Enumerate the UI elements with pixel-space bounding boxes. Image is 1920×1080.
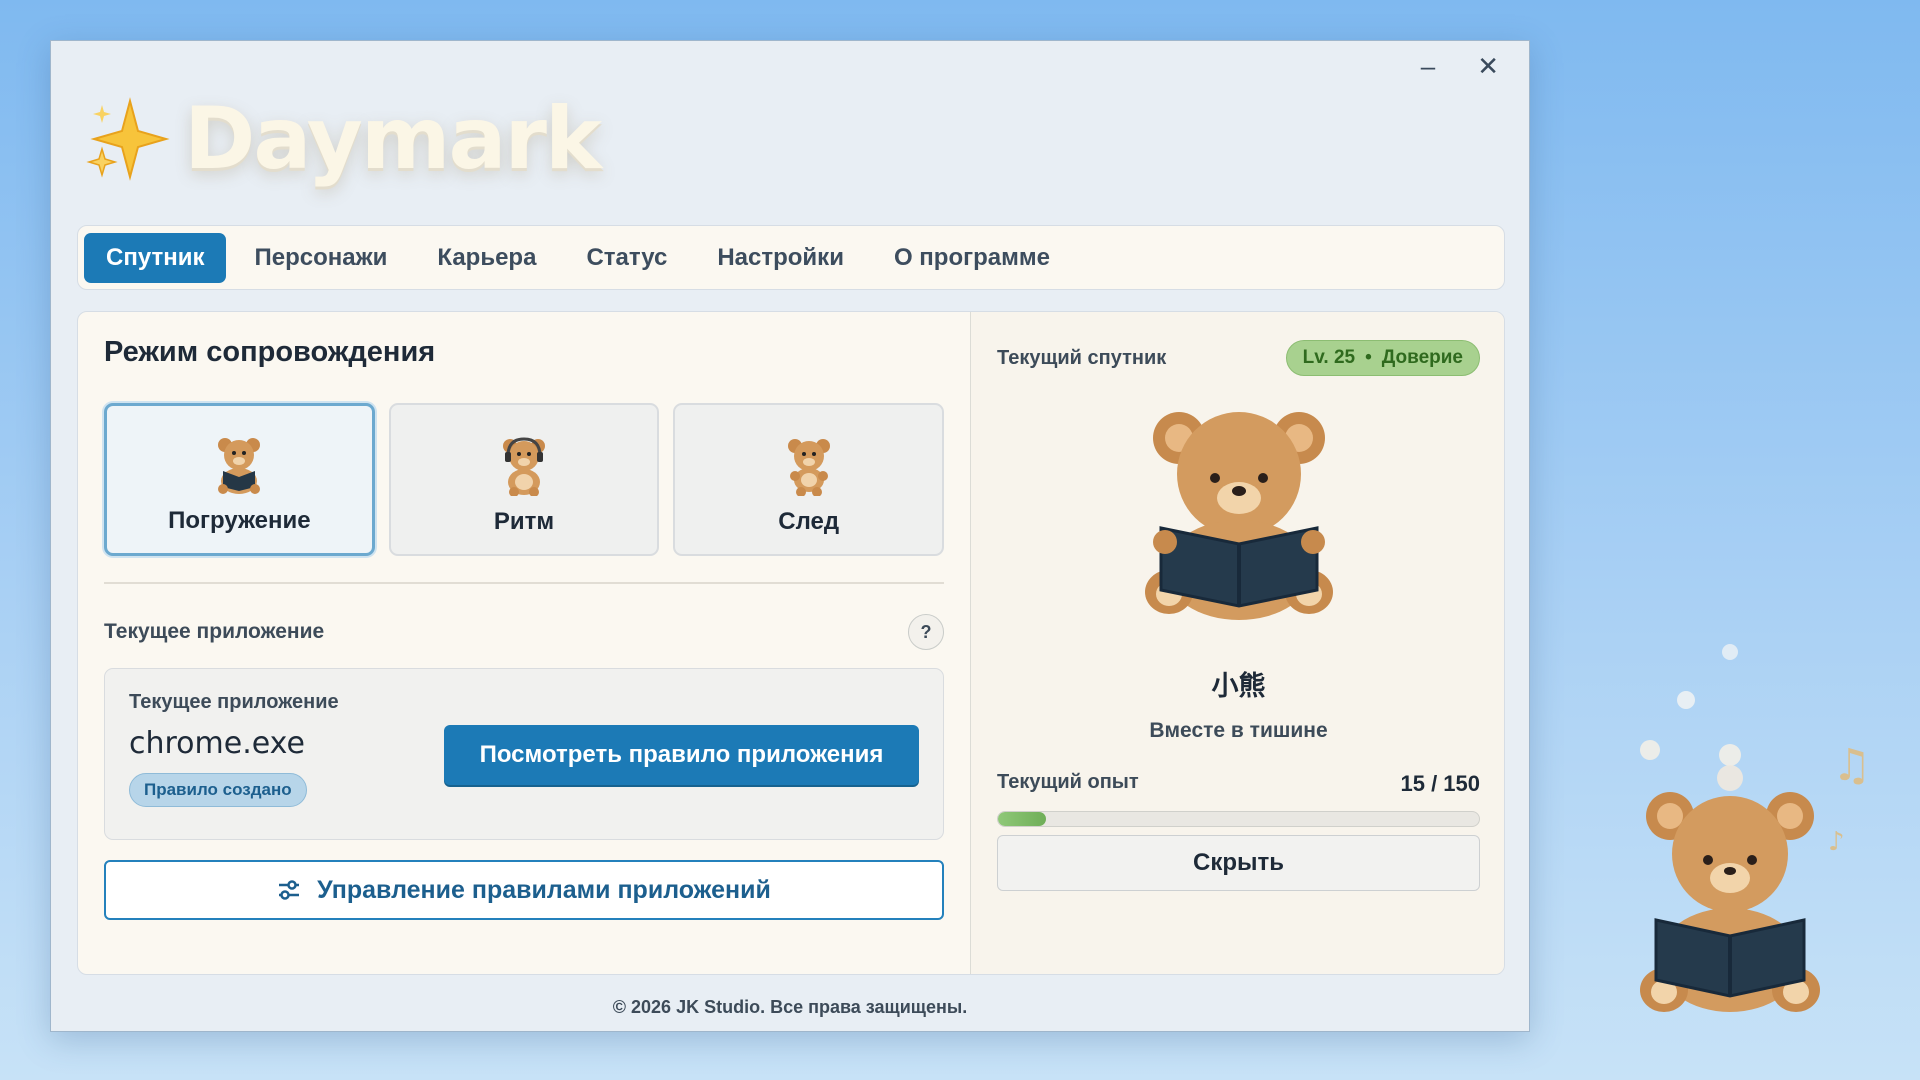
tab-career[interactable]: Карьера xyxy=(415,233,558,283)
svg-text:♫: ♫ xyxy=(1832,740,1871,791)
companion-header: Текущий спутник Lv. 25 • Доверие xyxy=(997,340,1480,376)
experience-bar-fill xyxy=(998,812,1047,826)
divider xyxy=(104,582,944,584)
hide-button[interactable]: Скрыть xyxy=(997,835,1480,891)
sliders-icon xyxy=(279,880,300,900)
manage-app-rules-button[interactable]: Управление правилами приложений xyxy=(104,860,944,920)
footer-copyright: © 2026 JK Studio. Все права защищены. xyxy=(612,997,968,1017)
tab-about[interactable]: О программе xyxy=(872,233,1072,283)
mode-label: След xyxy=(778,508,840,535)
bear-walking-icon xyxy=(787,439,830,496)
level-value: Lv. 25 xyxy=(1302,347,1356,368)
view-app-rule-button[interactable]: Посмотреть правило приложения xyxy=(444,725,919,785)
experience-bar xyxy=(997,811,1480,827)
main-tabs: Спутник Персонажи Карьера Статус Настрой… xyxy=(77,225,1505,290)
mode-selector: Погружение Ритм След xyxy=(104,403,945,556)
experience-value: 15 / 150 xyxy=(1400,771,1480,796)
app-window: – ✕ Daymark Спутник Персонажи Карьера Ст… xyxy=(50,40,1530,1032)
level-separator: • xyxy=(1365,347,1372,368)
mode-label: Ритм xyxy=(493,508,555,535)
tab-status[interactable]: Статус xyxy=(564,233,689,283)
window-controls: – ✕ xyxy=(1421,53,1499,79)
mode-panel: Режим сопровождения Погружение Ритм След… xyxy=(78,312,971,974)
mode-rhythm[interactable]: Ритм xyxy=(388,403,660,556)
manage-rules-label: Управление правилами приложений xyxy=(317,875,771,904)
companion-panel: Текущий спутник Lv. 25 • Доверие 小熊 Вмес… xyxy=(971,312,1504,974)
mode-label: Погружение xyxy=(168,507,311,534)
companion-bear-illustration xyxy=(1144,412,1333,620)
current-app-label: Текущее приложение xyxy=(129,691,339,713)
current-app-card: Текущее приложение chrome.exe Правило со… xyxy=(104,668,944,840)
level-badge: Lv. 25 • Доверие xyxy=(1285,340,1480,376)
tab-settings[interactable]: Настройки xyxy=(695,233,866,283)
sparkle-icon xyxy=(86,97,170,181)
app-logo: Daymark xyxy=(86,89,602,189)
section-title: Режим сопровождения xyxy=(104,336,436,368)
tab-companion[interactable]: Спутник xyxy=(84,232,227,283)
svg-text:♪: ♪ xyxy=(1828,827,1845,857)
current-app-header: Текущее приложение ? xyxy=(104,614,944,650)
experience-label: Текущий опыт xyxy=(997,771,1139,793)
rule-status-badge: Правило создано xyxy=(129,773,307,807)
current-app-heading: Текущее приложение xyxy=(104,620,325,643)
app-title: Daymark xyxy=(184,89,602,189)
current-companion-label: Текущий спутник xyxy=(997,346,1167,369)
minimize-button[interactable]: – xyxy=(1421,53,1435,79)
bear-reading-icon xyxy=(218,438,261,494)
help-icon[interactable]: ? xyxy=(908,614,944,650)
mode-trace[interactable]: След xyxy=(673,403,945,556)
floating-bear-companion[interactable]: ♫ ♪ xyxy=(1620,640,1880,1040)
mode-immersion[interactable]: Погружение xyxy=(104,403,375,556)
tab-characters[interactable]: Персонажи xyxy=(232,233,409,283)
companion-name: 小熊 xyxy=(1211,671,1266,702)
close-button[interactable]: ✕ xyxy=(1477,53,1499,79)
experience-row: Текущий опыт 15 / 150 xyxy=(997,771,1480,797)
companion-subtitle: Вместе в тишине xyxy=(1149,719,1328,742)
main-content: Режим сопровождения Погружение Ритм След… xyxy=(77,311,1505,975)
bear-headphones-icon xyxy=(503,437,545,496)
trust-label: Доверие xyxy=(1381,347,1463,368)
